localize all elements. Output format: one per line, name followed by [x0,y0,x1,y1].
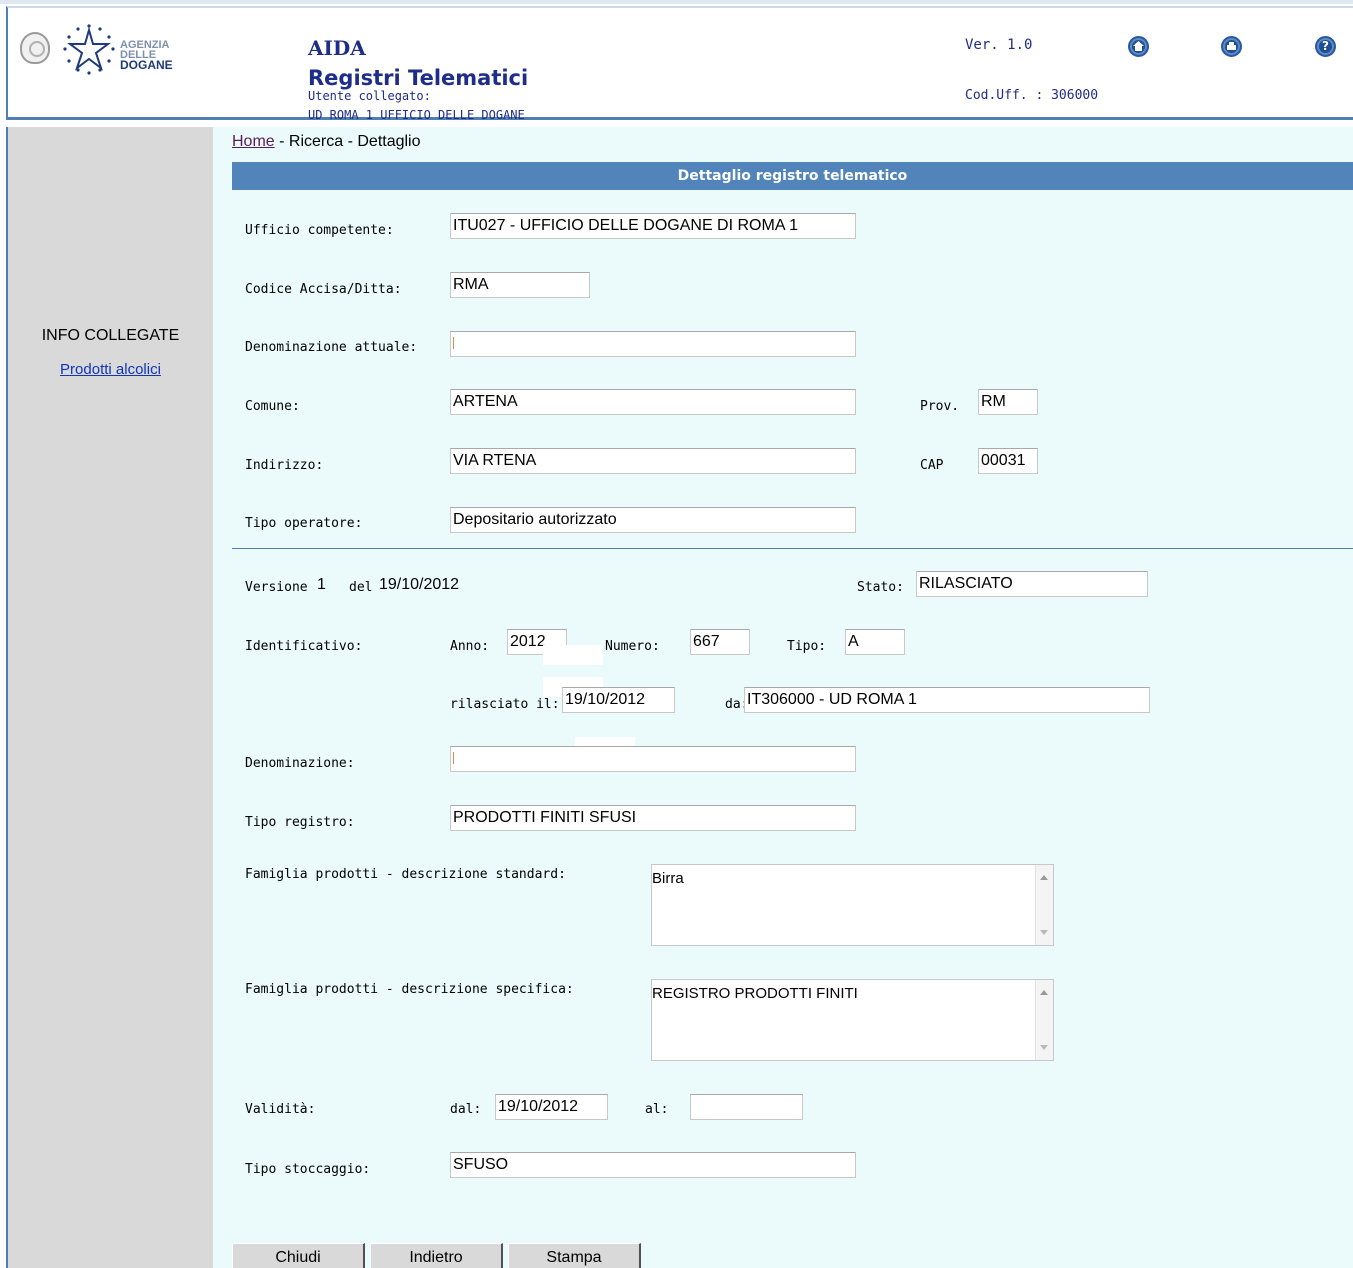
home-icon[interactable] [1128,36,1149,57]
famiglia-specifica-textarea[interactable]: REGISTRO PRODOTTI FINITI [651,979,1054,1061]
sidebar-link-prodotti-alcolici[interactable]: Prodotti alcolici [8,361,213,378]
al-label: al: [645,1102,669,1117]
identificativo-label: Identificativo: [245,639,363,654]
indirizzo-field[interactable]: VIA RTENA [450,448,856,474]
indietro-button[interactable]: Indietro [370,1243,503,1268]
user-value: UD ROMA 1 UFFICIO DELLE DOGANE [308,108,525,122]
famiglia-standard-label: Famiglia prodotti - descrizione standard… [245,867,566,882]
scroll-up-icon[interactable] [1040,990,1048,995]
anno-label: Anno: [450,639,490,654]
codice-label: Codice Accisa/Ditta: [245,282,402,297]
al-field[interactable] [690,1094,803,1120]
tipo-registro-field[interactable]: PRODOTTI FINITI SFUSI [450,805,856,831]
famiglia-specifica-label: Famiglia prodotti - descrizione specific… [245,982,574,997]
denominazione-label: Denominazione: [245,756,355,771]
prov-field[interactable]: RM [978,389,1038,415]
versione-date: 19/10/2012 [379,576,460,593]
tipo-operatore-field[interactable]: Depositario autorizzato [450,507,856,533]
breadcrumb: Home - Ricerca - Dettaglio [232,133,421,151]
da-field[interactable]: IT306000 - UD ROMA 1 [744,687,1150,713]
chiudi-button[interactable]: Chiudi [232,1243,365,1268]
redaction-mask [543,645,603,665]
validita-label: Validità: [245,1102,316,1117]
cap-label: CAP [920,458,944,473]
sidebar-title: INFO COLLEGATE [41,327,180,344]
indirizzo-label: Indirizzo: [245,458,324,473]
app-subtitle: Registri Telematici [308,66,529,90]
versione-number: 1 [317,576,326,593]
ufficio-field[interactable]: ITU027 - UFFICIO DELLE DOGANE DI ROMA 1 [450,213,856,239]
page-header: AGENZIA DELLE DOGANE AIDA Registri Telem… [6,6,1353,122]
main-content: Home - Ricerca - Dettaglio Dettaglio reg… [213,127,1353,1268]
dal-label: dal: [450,1102,482,1117]
breadcrumb-rest: - Ricerca - Dettaglio [274,133,421,150]
famiglia-standard-scrollbar[interactable] [1035,865,1053,945]
denominazione-field[interactable] [450,746,856,772]
stato-label: Stato: [857,580,904,595]
cap-field[interactable]: 00031 [978,448,1038,474]
agency-logo-text: AGENZIA DELLE DOGANE [120,39,173,72]
help-icon[interactable]: ? [1315,36,1336,57]
rilasciato-field[interactable]: 19/10/2012 [562,687,675,713]
tipo-operatore-label: Tipo operatore: [245,516,363,531]
famiglia-specifica-scrollbar[interactable] [1035,980,1053,1060]
tipo-stoccaggio-label: Tipo stoccaggio: [245,1162,371,1177]
prov-label: Prov. [920,399,960,414]
app-title: AIDA [308,36,366,60]
agency-star-logo-icon [63,24,115,75]
tipo-field[interactable]: A [845,629,905,655]
tipo-label: Tipo: [787,639,827,654]
section-divider [232,548,1353,549]
denominazione-attuale-label: Denominazione attuale: [245,340,418,355]
numero-field[interactable]: 667 [690,629,750,655]
dal-field[interactable]: 19/10/2012 [495,1094,608,1120]
version-label: Ver. 1.0 [965,37,1033,53]
tipo-stoccaggio-field[interactable]: SFUSO [450,1152,856,1178]
scroll-up-icon[interactable] [1040,875,1048,880]
famiglia-specifica-text: REGISTRO PRODOTTI FINITI [652,985,858,1002]
top-border [0,0,1353,4]
famiglia-standard-textarea[interactable]: Birra [651,864,1054,946]
rilasciato-label: rilasciato il: [450,697,560,712]
office-code: Cod.Uff. : 306000 [965,88,1099,103]
stato-field[interactable]: RILASCIATO [916,571,1148,597]
stampa-button[interactable]: Stampa [508,1243,641,1268]
numero-label: Numero: [605,639,660,654]
sidebar: INFO COLLEGATE Prodotti alcolici [6,127,213,1268]
comune-label: Comune: [245,399,300,414]
codice-field[interactable]: RMA [450,272,590,298]
denominazione-attuale-field[interactable] [450,331,856,357]
versione-label: Versione [245,580,308,595]
user-label: Utente collegato: [308,89,431,103]
republic-emblem-icon [20,32,50,64]
versione-del-label: del [349,580,373,595]
print-icon[interactable] [1221,36,1242,57]
famiglia-standard-text: Birra [652,870,684,887]
scroll-down-icon[interactable] [1040,930,1048,935]
scroll-down-icon[interactable] [1040,1045,1048,1050]
breadcrumb-home-link[interactable]: Home [232,133,275,150]
tipo-registro-label: Tipo registro: [245,815,355,830]
section-title: Dettaglio registro telematico [232,162,1353,190]
ufficio-label: Ufficio competente: [245,223,394,238]
comune-field[interactable]: ARTENA [450,389,856,415]
